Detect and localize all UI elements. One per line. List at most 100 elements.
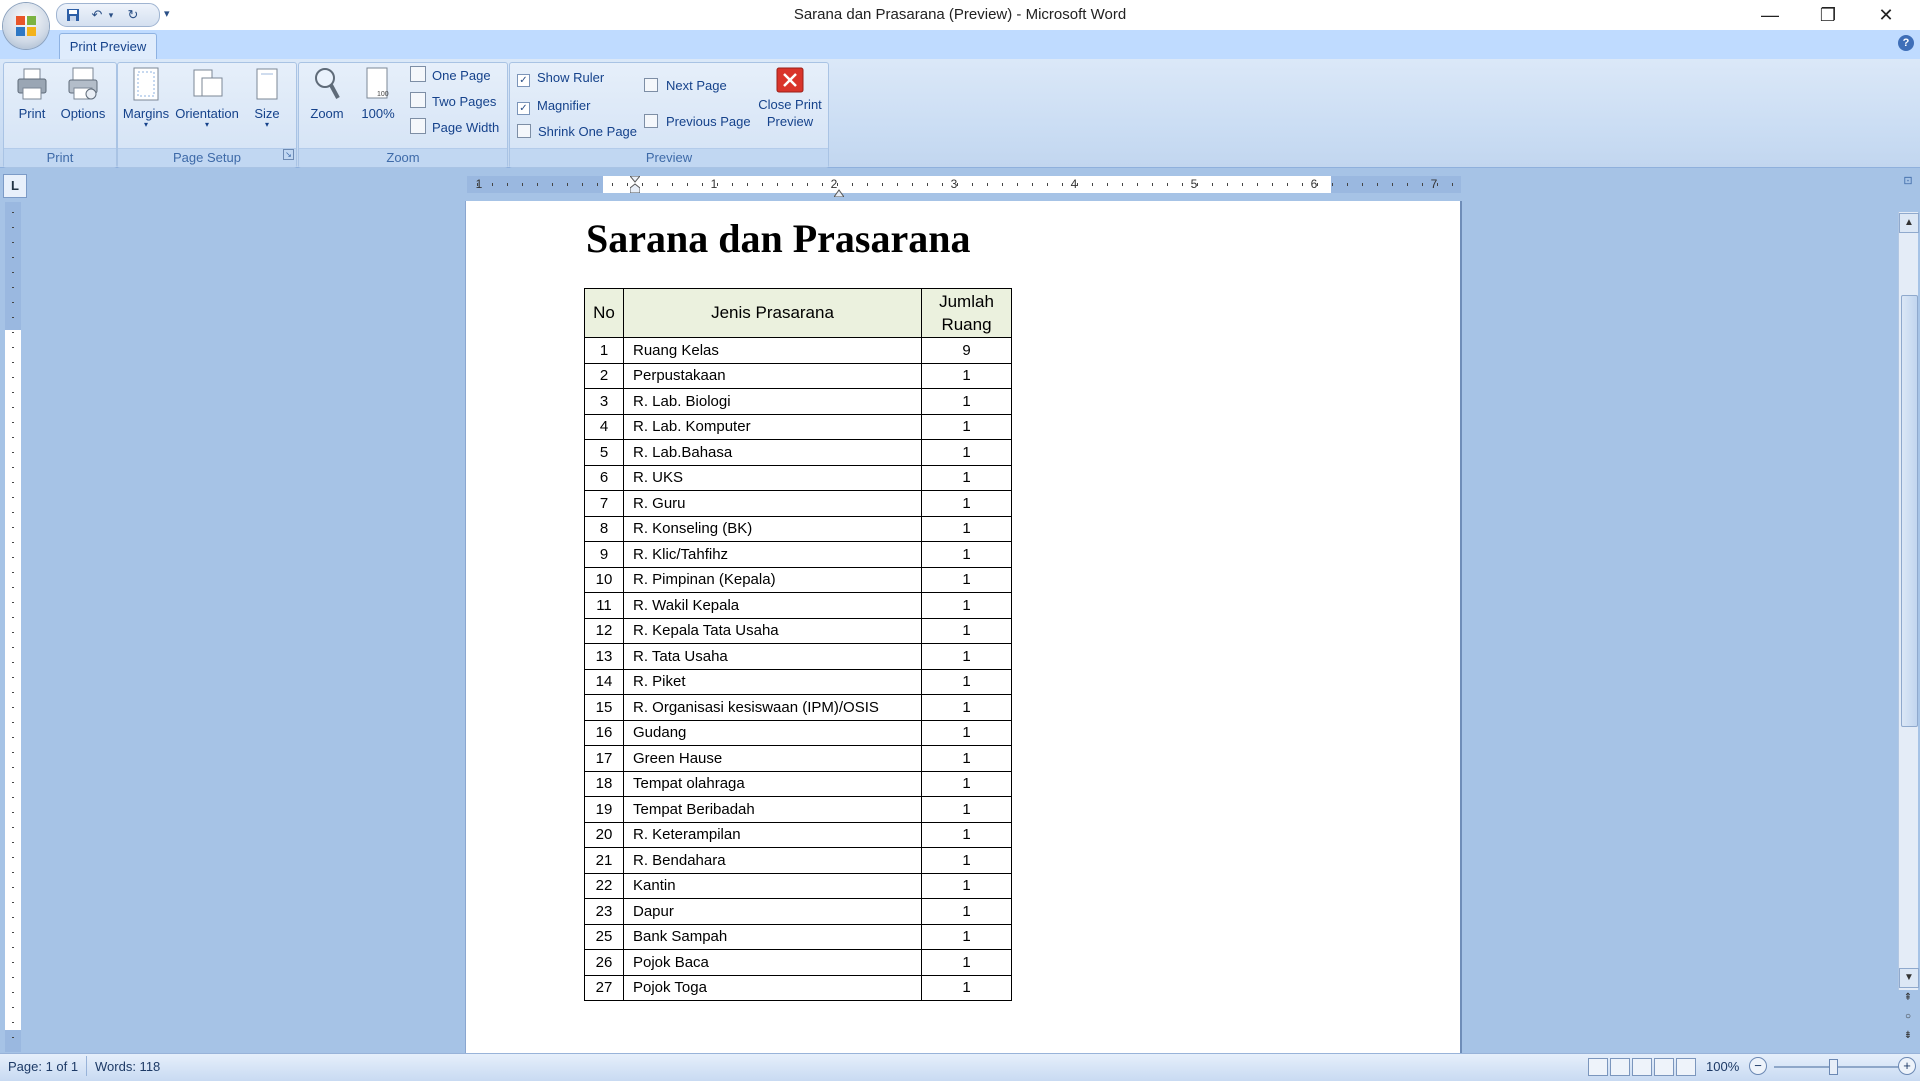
ruler-tick — [12, 1037, 14, 1038]
web-layout-view-icon[interactable] — [1632, 1058, 1652, 1076]
print-layout-view-icon[interactable] — [1588, 1058, 1608, 1076]
magnifier-checkbox[interactable]: ✓ Magnifier — [517, 96, 590, 116]
row-number-cell: 9 — [584, 541, 624, 568]
ruler-tick — [12, 887, 14, 888]
zoom-in-button[interactable]: + — [1898, 1057, 1916, 1075]
shrink-one-page-button[interactable]: Shrink One Page — [517, 122, 637, 142]
ruler-tick — [1272, 183, 1273, 186]
scroll-down-button[interactable]: ▼ — [1899, 968, 1919, 988]
next-page-button[interactable]: Next Page — [644, 76, 727, 96]
ruler-tick — [12, 287, 14, 288]
ruler-tick — [12, 857, 14, 858]
show-ruler-checkbox[interactable]: ✓ Show Ruler — [517, 68, 604, 88]
restore-button[interactable]: ❐ — [1805, 0, 1851, 30]
help-icon[interactable]: ? — [1898, 35, 1914, 51]
row-number-cell: 15 — [584, 694, 624, 721]
full-screen-reading-view-icon[interactable] — [1610, 1058, 1630, 1076]
margins-button[interactable]: Margins ▾ — [120, 66, 172, 144]
facility-name-cell: Tempat olahraga — [623, 770, 922, 797]
facility-name-cell: Green Hause — [623, 745, 922, 772]
table-row: 5 R. Lab.Bahasa 1 — [584, 439, 1012, 466]
ruler-tick — [492, 183, 493, 186]
scroll-up-button[interactable]: ▲ — [1899, 213, 1919, 233]
facility-name-cell: R. Organisasi kesiswaan (IPM)/OSIS — [623, 694, 922, 721]
page-count-status[interactable]: Page: 1 of 1 — [8, 1059, 78, 1074]
row-number-cell: 3 — [584, 388, 624, 415]
zoom-level[interactable]: 100% — [1706, 1059, 1739, 1074]
word-count-status[interactable]: Words: 118 — [95, 1059, 160, 1074]
ruler-tick — [12, 722, 14, 723]
horizontal-ruler[interactable]: 1 1 2 3 4 5 6 7 — [467, 175, 1461, 198]
facility-name-cell: R. Wakil Kepala — [623, 592, 922, 619]
ruler-tick — [1047, 183, 1048, 186]
close-button[interactable]: ✕ — [1863, 0, 1909, 30]
zoom-out-button[interactable]: − — [1749, 1057, 1767, 1075]
page-width-button[interactable]: Page Width — [410, 118, 499, 138]
ruler-tick — [1212, 183, 1213, 186]
zoom-slider-thumb[interactable] — [1829, 1059, 1838, 1075]
zoom-100-button[interactable]: 100 100% — [356, 66, 400, 144]
tab-selector-button[interactable]: L — [3, 174, 27, 198]
redo-icon[interactable]: ↻ — [125, 8, 141, 22]
previous-page-button[interactable]: Previous Page — [644, 112, 751, 132]
page-setup-launcher-icon[interactable]: ↘ — [283, 149, 294, 160]
ruler-tick — [12, 227, 14, 228]
row-number-cell: 20 — [584, 821, 624, 848]
ruler-tick — [1107, 183, 1108, 186]
draft-view-icon[interactable] — [1676, 1058, 1696, 1076]
one-page-label: One Page — [432, 68, 491, 83]
size-button[interactable]: Size ▾ — [248, 66, 286, 144]
vertical-ruler-text-area — [5, 330, 21, 1030]
room-count-cell: 1 — [921, 872, 1012, 899]
undo-dropdown-icon[interactable]: ▾ — [103, 8, 119, 22]
ruler-tick — [1227, 183, 1228, 186]
view-ruler-icon[interactable]: ⊡ — [1899, 174, 1917, 194]
ruler-tick — [12, 872, 14, 873]
room-count-cell: 1 — [921, 643, 1012, 670]
options-button[interactable]: Options — [58, 66, 108, 144]
ruler-tick — [12, 797, 14, 798]
header-qty: Jumlah Ruang — [921, 288, 1012, 338]
scroll-thumb[interactable] — [1901, 295, 1918, 727]
indent-marker-icon[interactable] — [628, 175, 642, 194]
row-number-cell: 11 — [584, 592, 624, 619]
ruler-tick — [12, 1007, 14, 1008]
ruler-tick — [12, 557, 14, 558]
room-count-cell: 1 — [921, 566, 1012, 593]
select-browse-object-icon[interactable]: ○ — [1901, 1011, 1915, 1022]
facility-name-cell: R. Tata Usaha — [623, 643, 922, 670]
previous-page-nav-icon[interactable]: ⇞ — [1901, 992, 1915, 1003]
next-page-nav-icon[interactable]: ⇟ — [1901, 1030, 1915, 1041]
vertical-ruler[interactable] — [5, 202, 21, 1052]
close-print-preview-button[interactable]: Close Print Preview — [756, 66, 824, 144]
ruler-tick — [12, 992, 14, 993]
save-icon[interactable] — [65, 8, 81, 22]
row-number-cell: 26 — [584, 949, 624, 976]
row-number-cell: 5 — [584, 439, 624, 466]
one-page-button[interactable]: One Page — [410, 66, 491, 86]
room-count-cell: 1 — [921, 413, 1012, 440]
next-page-label: Next Page — [666, 78, 727, 93]
outline-view-icon[interactable] — [1654, 1058, 1674, 1076]
tab-print-preview[interactable]: Print Preview — [59, 33, 157, 60]
print-button[interactable]: Print — [10, 66, 54, 144]
room-count-cell: 1 — [921, 362, 1012, 389]
zoom-slider[interactable] — [1774, 1066, 1904, 1068]
page-width-label: Page Width — [432, 120, 500, 135]
two-pages-button[interactable]: Two Pages — [410, 92, 496, 112]
ruler-tick — [12, 707, 14, 708]
minimize-button[interactable]: — — [1747, 0, 1793, 30]
zoom-button[interactable]: Zoom — [306, 66, 348, 144]
right-indent-marker-icon[interactable] — [833, 185, 845, 198]
ruler-tick — [12, 467, 14, 468]
two-pages-label: Two Pages — [432, 94, 497, 109]
orientation-button[interactable]: Orientation ▾ — [174, 66, 240, 144]
ruler-tick — [12, 422, 14, 423]
ruler-tick — [1377, 183, 1378, 186]
office-button[interactable] — [3, 3, 49, 49]
row-number-cell: 6 — [584, 464, 624, 491]
customize-qat-button[interactable]: ▾ — [164, 7, 170, 20]
previous-page-label: Previous Page — [666, 114, 751, 129]
facility-name-cell: R. Lab. Komputer — [623, 413, 922, 440]
ruler-tick — [627, 183, 628, 186]
